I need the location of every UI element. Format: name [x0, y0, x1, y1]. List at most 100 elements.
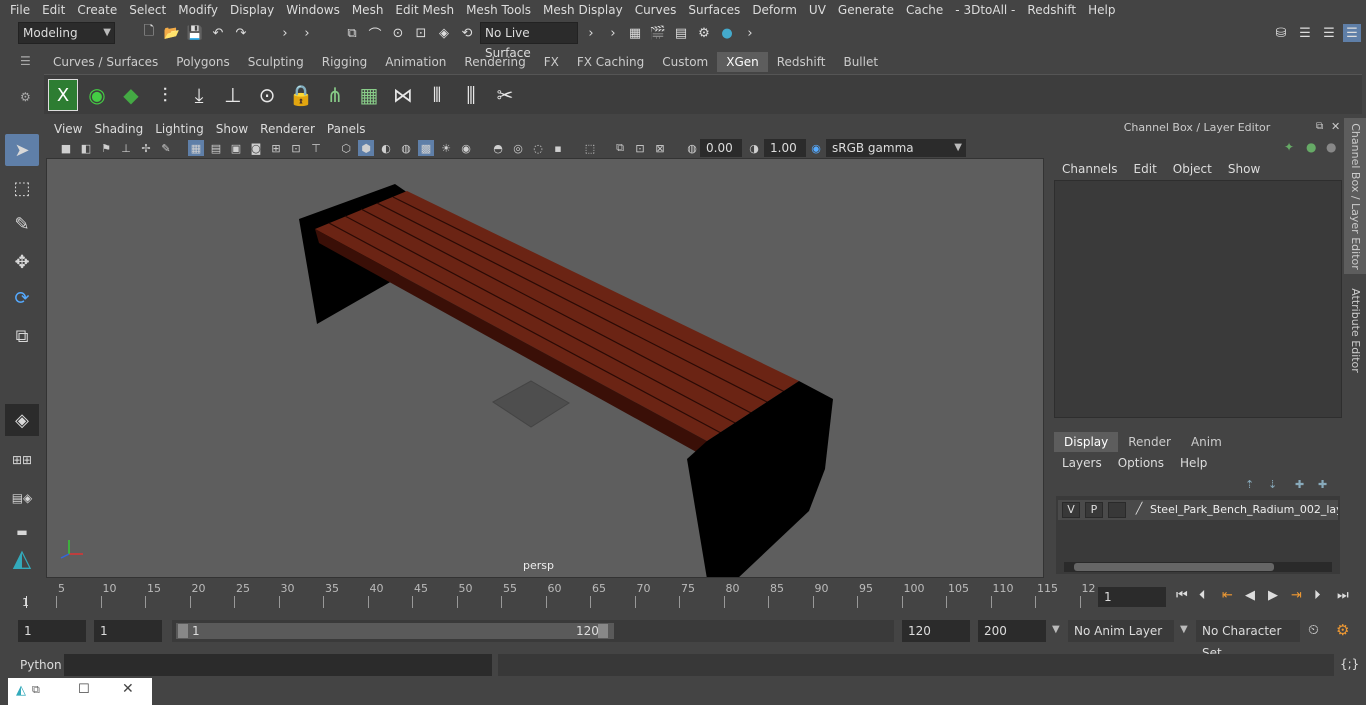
range-slider[interactable]: 1 120: [172, 620, 894, 642]
channel-menu-show[interactable]: Show: [1220, 160, 1268, 178]
maximize-icon[interactable]: ☐: [78, 682, 90, 697]
expand-icon[interactable]: ›: [582, 24, 600, 42]
character-set-dropdown[interactable]: No Character Set: [1196, 620, 1300, 660]
viewport-menu-view[interactable]: View: [48, 122, 88, 136]
expand-icon[interactable]: ›: [604, 24, 622, 42]
tab-render[interactable]: Render: [1118, 432, 1181, 452]
xgen-lock-guide-icon[interactable]: 🔒: [286, 79, 316, 111]
axis-icon[interactable]: ✦: [1284, 140, 1294, 154]
xgen-sculpt-icon[interactable]: ⫼: [456, 79, 486, 111]
restore-icon[interactable]: ⧉: [32, 683, 40, 697]
expand-icon[interactable]: ›: [741, 24, 759, 42]
menu-curves[interactable]: Curves: [629, 0, 683, 20]
chevron-down-icon[interactable]: ▼: [1180, 624, 1188, 635]
expand-icon[interactable]: ›: [298, 24, 316, 42]
xgen-cut-icon[interactable]: ✂: [490, 79, 520, 111]
field-chart-icon[interactable]: ⊞: [268, 140, 284, 156]
mode-dropdown[interactable]: Modeling ▼: [18, 22, 115, 44]
tab-curves-surfaces[interactable]: Curves / Surfaces: [44, 52, 167, 72]
viewport-menu-show[interactable]: Show: [210, 122, 254, 136]
menu-uv[interactable]: UV: [803, 0, 832, 20]
xray-joints-icon[interactable]: ◎: [510, 140, 526, 156]
channel-menu-channels[interactable]: Channels: [1054, 160, 1126, 178]
menu-surfaces[interactable]: Surfaces: [682, 0, 746, 20]
float-panel-icon[interactable]: ⧉: [1316, 121, 1323, 132]
xgen-groom-icon[interactable]: ▦: [354, 79, 384, 111]
xgen-add-guide-icon[interactable]: ⫶: [150, 79, 180, 111]
prev-key-icon[interactable]: ⇤: [1222, 588, 1233, 603]
xgen-primitive-icon[interactable]: ◆: [116, 79, 146, 111]
layout-split-icon[interactable]: ▤◈: [5, 482, 39, 514]
close-icon[interactable]: ✕: [122, 681, 134, 697]
layer-display-type-toggle[interactable]: [1108, 502, 1126, 518]
gamma-dial-icon[interactable]: ◑: [746, 140, 762, 156]
layer-color-icon[interactable]: ╱: [1130, 502, 1148, 518]
image-plane-icon[interactable]: ⊥: [118, 140, 134, 156]
move-layer-down-icon[interactable]: ⇣: [1268, 478, 1277, 491]
textured-icon[interactable]: ◍: [398, 140, 414, 156]
tab-display[interactable]: Display: [1054, 432, 1119, 452]
redo-icon[interactable]: ↷: [232, 24, 250, 42]
script-editor-icon[interactable]: {;}: [1340, 657, 1359, 671]
xgen-visibility-icon[interactable]: ◉: [82, 79, 112, 111]
snap-point-icon[interactable]: ⊙: [389, 24, 407, 42]
camera-attr-icon[interactable]: ◧: [78, 140, 94, 156]
render-settings-icon[interactable]: ⚙: [695, 24, 713, 42]
menu-help[interactable]: Help: [1082, 0, 1121, 20]
camera-select-icon[interactable]: ■: [58, 140, 74, 156]
xgen-grass-icon[interactable]: ⋔: [320, 79, 350, 111]
tab-fx-caching[interactable]: FX Caching: [568, 52, 653, 72]
menu-mesh-tools[interactable]: Mesh Tools: [460, 0, 537, 20]
toggle-sidebar-icon[interactable]: ☰: [1343, 24, 1361, 42]
tab-xgen[interactable]: XGen: [717, 52, 768, 72]
render-view-icon[interactable]: ▦: [626, 24, 644, 42]
menu-edit-mesh[interactable]: Edit Mesh: [389, 0, 460, 20]
layer-row[interactable]: V P ╱ Steel_Park_Bench_Radium_002_layer: [1058, 500, 1338, 520]
tab-sculpting[interactable]: Sculpting: [239, 52, 313, 72]
undo-icon[interactable]: ↶: [209, 24, 227, 42]
menu-generate[interactable]: Generate: [832, 0, 900, 20]
safe-action-icon[interactable]: ⊡: [288, 140, 304, 156]
backface-icon[interactable]: ◌: [530, 140, 546, 156]
range-handle-left[interactable]: [178, 624, 188, 638]
grid-icon[interactable]: ▦: [188, 140, 204, 156]
menu-mesh-display[interactable]: Mesh Display: [537, 0, 629, 20]
menu-mesh[interactable]: Mesh: [346, 0, 390, 20]
viewport-3d[interactable]: persp: [46, 158, 1044, 578]
snap-view-icon[interactable]: ⊡: [412, 24, 430, 42]
time-slider[interactable]: 5 10 15 20 25 30 35 40 45 50 55 60 65 70 75 80 85 90 95 100…: [20, 582, 1096, 610]
step-back-icon[interactable]: ⏴: [1199, 588, 1206, 603]
current-frame-field[interactable]: 1: [1098, 587, 1166, 607]
layer-menu-layers[interactable]: Layers: [1054, 454, 1110, 472]
auto-key-icon[interactable]: ⏲: [1308, 622, 1319, 638]
exposure-icon[interactable]: ⧉: [612, 140, 628, 156]
tab-attribute-editor[interactable]: Attribute Editor: [1344, 282, 1366, 378]
anim-layer-dropdown[interactable]: No Anim Layer: [1068, 620, 1174, 642]
tab-rendering[interactable]: Rendering: [455, 52, 534, 72]
chevron-down-icon[interactable]: ▼: [1052, 624, 1060, 635]
step-forward-icon[interactable]: ⏵: [1314, 588, 1321, 603]
xgen-editor-icon[interactable]: X: [48, 79, 78, 111]
menu-display[interactable]: Display: [224, 0, 280, 20]
safe-title-icon[interactable]: ⊤: [308, 140, 324, 156]
tab-polygons[interactable]: Polygons: [167, 52, 238, 72]
menu-modify[interactable]: Modify: [172, 0, 224, 20]
render-frame-icon[interactable]: 🎬: [649, 24, 667, 42]
layer-menu-help[interactable]: Help: [1172, 454, 1215, 472]
ipr-render-icon[interactable]: ▤: [672, 24, 690, 42]
close-icon[interactable]: ✕: [1331, 120, 1340, 133]
paint-select-icon[interactable]: ✎: [5, 208, 39, 240]
snap-surface-icon[interactable]: ◈: [435, 24, 453, 42]
new-layer-icon[interactable]: ✚: [1295, 478, 1304, 491]
scrollbar-thumb[interactable]: [1074, 563, 1274, 571]
exposure-field[interactable]: 0.00: [700, 139, 742, 157]
menu-select[interactable]: Select: [123, 0, 172, 20]
xgen-insert-guide-icon[interactable]: ⊥: [218, 79, 248, 111]
lights-icon[interactable]: ▩: [418, 140, 434, 156]
viewport-menu-renderer[interactable]: Renderer: [254, 122, 321, 136]
move-layer-up-icon[interactable]: ⇡: [1245, 478, 1254, 491]
expand-icon[interactable]: ›: [276, 24, 294, 42]
open-scene-icon[interactable]: 📂: [163, 24, 181, 42]
tab-redshift[interactable]: Redshift: [768, 52, 835, 72]
layer-scrollbar[interactable]: [1064, 562, 1332, 572]
